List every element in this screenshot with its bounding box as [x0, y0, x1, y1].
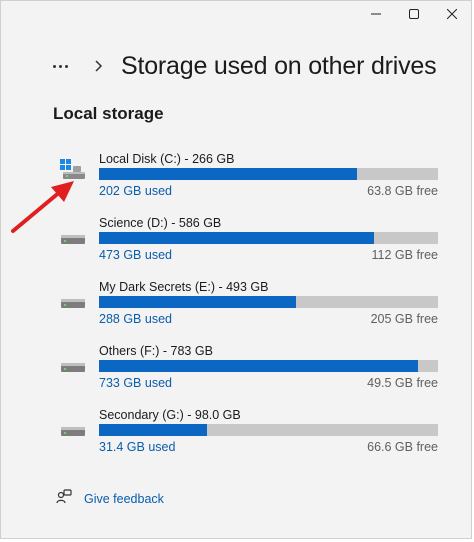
drive-item-e[interactable]: My Dark Secrets (E:) - 493 GB 288 GB use…: [59, 280, 439, 336]
drive-name: Local Disk (C:) - 266 GB: [99, 152, 235, 166]
drive-item-c[interactable]: Local Disk (C:) - 266 GB 202 GB used 63.…: [59, 152, 439, 208]
drive-name: My Dark Secrets (E:) - 493 GB: [99, 280, 269, 294]
used-space: 202 GB used: [99, 184, 172, 198]
used-space: 31.4 GB used: [99, 440, 176, 454]
usage-bar: [99, 232, 438, 244]
title-bar-controls: [357, 1, 471, 27]
drive-icon: [59, 286, 87, 315]
free-space: 112 GB free: [371, 248, 438, 262]
used-space: 473 GB used: [99, 248, 172, 262]
minimize-icon: [371, 13, 381, 15]
drive-icon: [59, 350, 87, 379]
drive-item-f[interactable]: Others (F:) - 783 GB 733 GB used 49.5 GB…: [59, 344, 439, 400]
usage-bar: [99, 168, 438, 180]
used-space: 288 GB used: [99, 312, 172, 326]
page-header: Storage used on other drives: [53, 51, 461, 81]
drive-name: Others (F:) - 783 GB: [99, 344, 213, 358]
usage-bar-fill: [99, 168, 357, 180]
feedback-label: Give feedback: [84, 492, 164, 506]
settings-window: Storage used on other drives Local stora…: [0, 0, 472, 539]
free-space: 49.5 GB free: [367, 376, 438, 390]
give-feedback-link[interactable]: Give feedback: [56, 488, 164, 510]
drive-name: Science (D:) - 586 GB: [99, 216, 222, 230]
usage-bar: [99, 296, 438, 308]
more-icon[interactable]: [53, 64, 77, 68]
windows-drive-icon: [59, 158, 87, 187]
section-title: Local storage: [53, 104, 164, 123]
drive-item-d[interactable]: Science (D:) - 586 GB 473 GB used 112 GB…: [59, 216, 439, 272]
free-space: 63.8 GB free: [367, 184, 438, 198]
maximize-icon: [409, 9, 419, 19]
free-space: 205 GB free: [370, 312, 438, 326]
drive-name: Secondary (G:) - 98.0 GB: [99, 408, 241, 422]
usage-bar: [99, 360, 438, 372]
used-space: 733 GB used: [99, 376, 172, 390]
feedback-icon: [56, 488, 72, 510]
drive-item-g[interactable]: Secondary (G:) - 98.0 GB 31.4 GB used 66…: [59, 408, 439, 464]
drive-icon: [59, 414, 87, 443]
page-title: Storage used on other drives: [121, 51, 437, 80]
usage-bar-fill: [99, 296, 296, 308]
maximize-button[interactable]: [395, 1, 433, 27]
usage-bar-fill: [99, 360, 418, 372]
chevron-right-icon: [95, 60, 105, 72]
close-icon: [447, 9, 457, 19]
minimize-button[interactable]: [357, 1, 395, 27]
close-button[interactable]: [433, 1, 471, 27]
usage-bar: [99, 424, 438, 436]
drive-icon: [59, 222, 87, 251]
free-space: 66.6 GB free: [367, 440, 438, 454]
usage-bar-fill: [99, 424, 208, 436]
usage-bar-fill: [99, 232, 374, 244]
